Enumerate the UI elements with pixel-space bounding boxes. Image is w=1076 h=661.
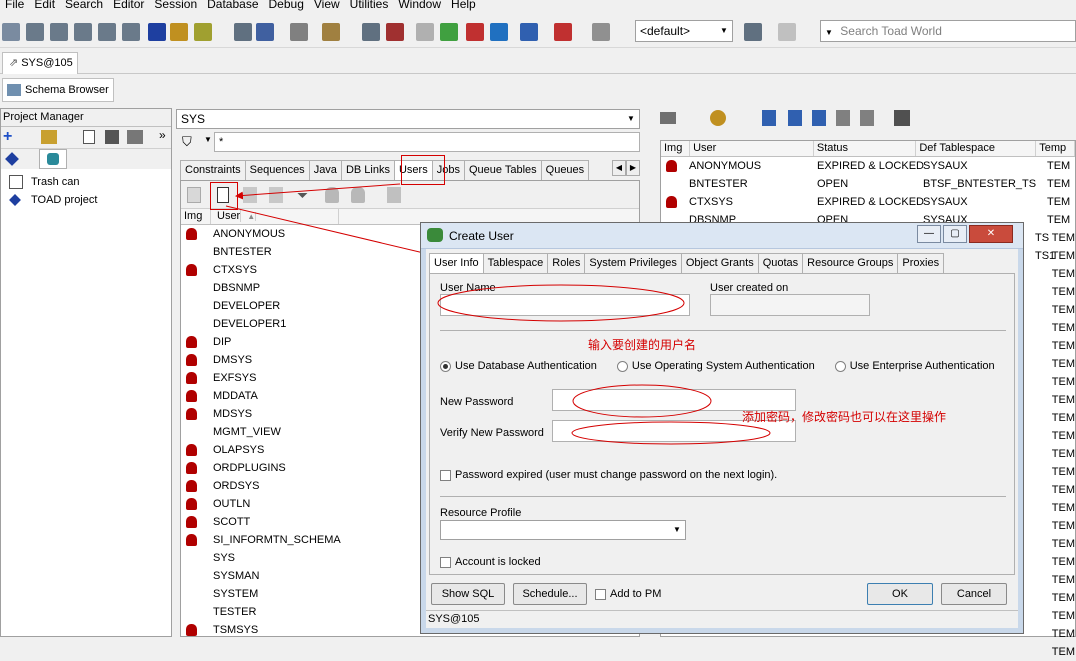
create-user-dialog: Create User — ▢ ✕ User Info Tablespace Rol… — [420, 222, 1024, 634]
add-to-pm-checkbox[interactable]: Add to PM — [595, 588, 661, 600]
detail-row[interactable]: TEM — [661, 643, 1075, 661]
add-to-pm-label: Add to PM — [610, 588, 662, 600]
annotation-ellipses — [437, 284, 771, 445]
detail-temp: TEM — [1051, 646, 1075, 658]
arrow-users-to-create — [235, 183, 401, 200]
ellipse-verify-password — [571, 421, 771, 445]
ok-button[interactable]: OK — [867, 583, 933, 605]
show-sql-button[interactable]: Show SQL — [431, 583, 505, 605]
checkbox-icon — [595, 588, 606, 600]
ellipse-new-password — [572, 384, 712, 418]
dialog-statusbar: SYS@105 — [426, 610, 1018, 628]
schedule-button[interactable]: Schedule... — [513, 583, 587, 605]
cancel-button[interactable]: Cancel — [941, 583, 1007, 605]
ellipse-username — [437, 284, 685, 322]
arrow-create-to-dialog — [225, 205, 429, 257]
